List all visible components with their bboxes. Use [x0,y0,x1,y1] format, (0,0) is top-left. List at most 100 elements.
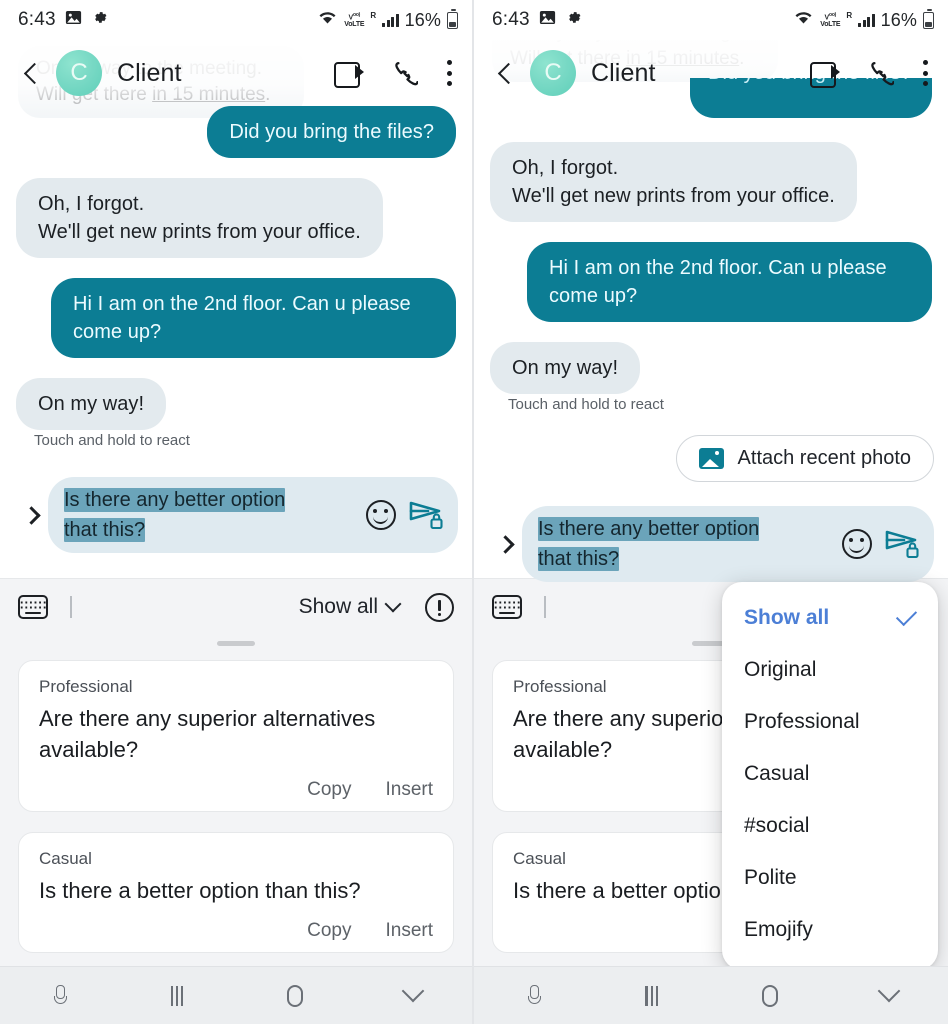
phone-call-icon[interactable] [868,60,894,86]
menu-item-polite[interactable]: Polite [722,852,938,904]
menu-item-label: Show all [744,606,830,629]
left-panel: 6:43 Voo) VoLTE R 16% On my way to the m… [0,0,474,1024]
message-bubble-outgoing[interactable]: Did you bring the files? [207,106,456,158]
conversation-left: Did you bring the files? Oh, I forgot. W… [0,106,472,449]
volte-icon: Voo) VoLTE [820,11,841,29]
nav-microphone[interactable] [474,984,593,1007]
app-header: C Client [474,40,948,106]
selected-text-line-1: Is there any better option [538,517,760,541]
menu-item-casual[interactable]: Casual [722,748,938,800]
send-locked-icon[interactable] [408,498,446,532]
sheet-grabber[interactable] [217,641,255,646]
compose-bar: Is there any better option that this? [0,471,472,571]
message-bubble-outgoing[interactable]: Hi I am on the 2nd floor. Can u please c… [51,278,456,358]
message-input-text[interactable]: Is there any better option that this? [64,485,356,545]
message-row: Oh, I forgot. We'll get new prints from … [16,178,456,258]
send-locked-icon[interactable] [884,527,922,561]
filter-dropdown-button[interactable]: Show all [298,595,402,619]
status-time: 6:43 [492,9,530,30]
signal-bars-icon [858,13,875,27]
emoji-icon[interactable] [842,529,872,559]
battery-icon [923,9,934,29]
avatar-initial: C [544,59,562,86]
menu-item-emojify[interactable]: Emojify [722,904,938,956]
react-hint-label: Touch and hold to react [508,396,664,413]
message-bubble-outgoing[interactable]: Hi I am on the 2nd floor. Can u please c… [527,242,932,322]
message-input[interactable]: Is there any better option that this? [48,477,458,553]
tone-filter-dropdown[interactable]: Show all Original Professional Casual #s… [722,582,938,970]
menu-item-show-all[interactable]: Show all [722,592,938,644]
roaming-indicator: R [846,11,853,20]
back-icon[interactable] [492,60,518,86]
message-row: Hi I am on the 2nd floor. Can u please c… [16,278,456,358]
selected-text-line-2: that this? [64,518,146,542]
nav-home[interactable] [236,984,354,1007]
avatar[interactable]: C [56,50,102,96]
nav-microphone[interactable] [0,984,118,1007]
expand-toolbar-icon[interactable] [14,505,48,525]
settings-gear-icon [91,9,108,32]
message-bubble-incoming[interactable]: On my way! [16,378,167,430]
checkmark-icon [895,604,918,626]
insert-button[interactable]: Insert [385,920,433,942]
status-time: 6:43 [18,9,56,30]
back-icon[interactable] [18,60,44,86]
expand-toolbar-icon[interactable] [488,534,522,554]
phone-call-icon[interactable] [392,60,418,86]
overflow-menu-icon[interactable] [446,60,452,86]
menu-item-professional[interactable]: Professional [722,696,938,748]
attach-chip-label: Attach recent photo [737,447,911,469]
nav-recents[interactable] [118,985,236,1006]
message-bubble-incoming[interactable]: Oh, I forgot. We'll get new prints from … [16,178,383,258]
nav-recents[interactable] [593,985,712,1006]
app-header: C Client [0,40,472,106]
message-input-text[interactable]: Is there any better option that this? [538,514,832,574]
nav-hide-keyboard[interactable] [830,979,948,1004]
video-call-icon[interactable] [334,62,364,88]
message-row: Hi I am on the 2nd floor. Can u please c… [490,242,932,322]
roaming-indicator: R [370,11,377,20]
status-right-icons: Voo) VoLTE R 16% [793,9,934,31]
react-hint-label: Touch and hold to react [34,432,190,449]
signal-bars-icon [382,13,399,27]
page-title: Client [591,58,656,87]
message-bubble-incoming[interactable]: On my way! [490,342,641,394]
filter-label: Show all [298,595,378,618]
selected-text-line-1: Is there any better option [64,488,286,512]
copy-button[interactable]: Copy [307,779,351,801]
info-icon[interactable] [425,592,454,622]
volte-icon: Voo) VoLTE [344,11,365,29]
sheet-toolbar: Show all [0,579,472,635]
avatar[interactable]: C [530,50,576,96]
conversation-right: Oh, I forgot. We'll get new prints from … [474,106,948,413]
card-tone-label: Casual [39,849,92,868]
wifi-icon [793,9,814,31]
menu-item-label: Emojify [744,918,813,941]
copy-button[interactable]: Copy [307,920,351,942]
status-left-icons [539,9,582,32]
card-suggestion-text: Are there any superior alternatives avai… [39,706,376,762]
menu-item-social[interactable]: #social [722,800,938,852]
insert-button[interactable]: Insert [385,779,433,801]
message-bubble-incoming[interactable]: Oh, I forgot. We'll get new prints from … [490,142,857,222]
home-icon [287,984,303,1007]
overflow-menu-icon[interactable] [922,60,928,86]
nav-hide-keyboard[interactable] [354,979,472,1004]
emoji-icon[interactable] [366,500,396,530]
gallery-icon [65,9,82,32]
menu-item-original[interactable]: Original [722,644,938,696]
message-input[interactable]: Is there any better option that this? [522,506,934,582]
video-call-icon[interactable] [810,62,840,88]
message-row: Oh, I forgot. We'll get new prints from … [490,142,932,222]
avatar-initial: C [70,59,88,86]
suggestion-card[interactable]: Professional Are there any superior alte… [18,660,454,812]
selected-text-line-2: that this? [538,547,620,571]
nav-home[interactable] [711,984,830,1007]
hide-keyboard-icon [877,979,901,1002]
keyboard-icon[interactable] [18,595,48,619]
suggestion-card[interactable]: Casual Is there a better option than thi… [18,832,454,953]
system-navigation-bar [0,966,472,1024]
attach-recent-photo-button[interactable]: Attach recent photo [675,435,934,482]
smart-suggestion-row: Attach recent photo [474,435,948,482]
system-navigation-bar [474,966,948,1024]
